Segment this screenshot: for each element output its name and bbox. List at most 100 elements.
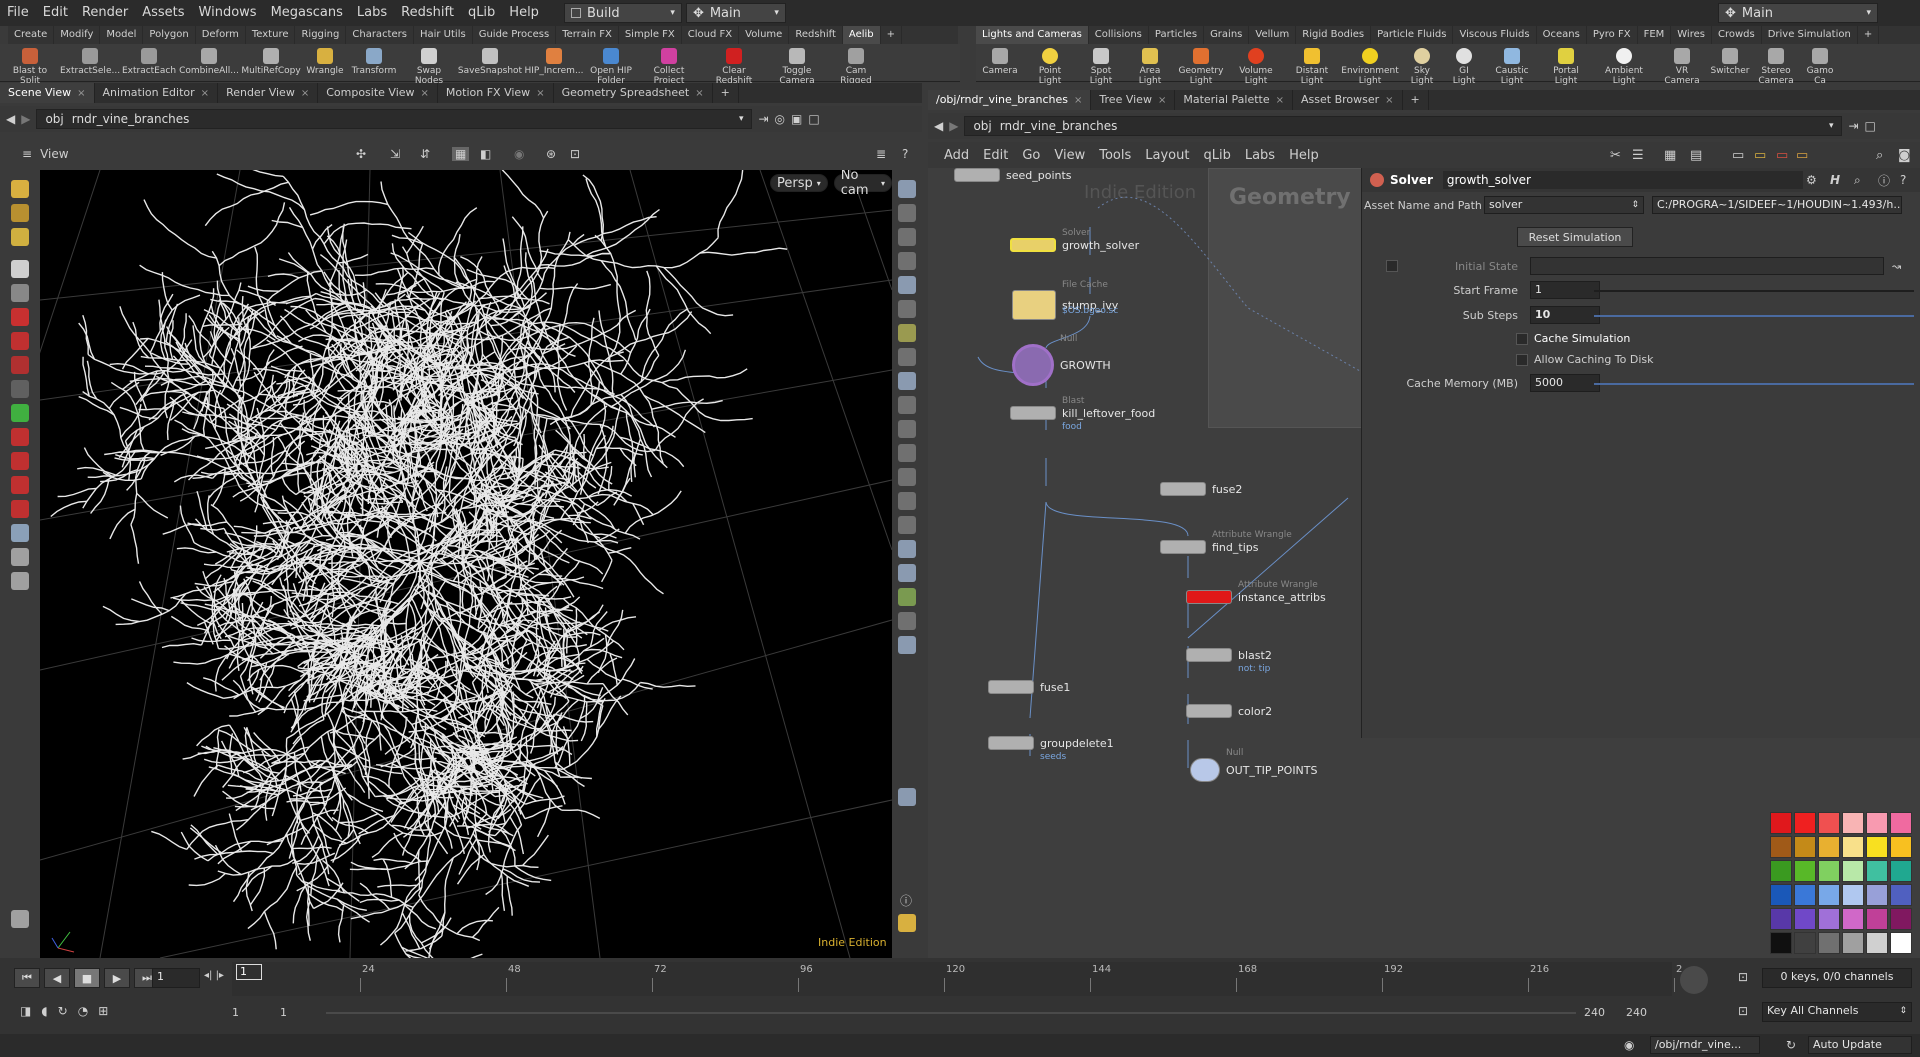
node-body[interactable] xyxy=(988,736,1034,750)
color-swatch[interactable] xyxy=(1818,836,1840,858)
forward-arrow-icon[interactable]: ▶ xyxy=(949,119,958,133)
shelf-tool[interactable]: Switcher xyxy=(1708,44,1752,76)
transform-icon[interactable]: ⇵ xyxy=(420,147,430,161)
search-icon[interactable]: ⌕ xyxy=(1876,148,1883,163)
tab-composite-view[interactable]: Composite View × xyxy=(318,83,438,103)
layout-icon[interactable] xyxy=(898,914,916,932)
asset-name-dropdown[interactable]: solver ⇕ xyxy=(1484,196,1644,214)
lock-icon[interactable] xyxy=(898,228,916,246)
menu-qlib[interactable]: qLib xyxy=(1203,148,1230,163)
color-swatch[interactable] xyxy=(1794,932,1816,954)
color-swatch[interactable] xyxy=(1818,932,1840,954)
shelf-tool[interactable]: Geometry Light xyxy=(1174,44,1228,86)
shelf-tool[interactable]: Spot Light xyxy=(1076,44,1126,86)
shelf-tab[interactable]: Cloud FX xyxy=(682,26,740,44)
node-body[interactable] xyxy=(1160,540,1206,554)
close-icon[interactable]: × xyxy=(1385,95,1393,106)
color-swatch[interactable] xyxy=(1866,932,1888,954)
node-find-tips[interactable]: find_tips Attribute Wrangle xyxy=(1160,530,1292,554)
color-swatch[interactable] xyxy=(1842,836,1864,858)
node-fuse1[interactable]: fuse1 xyxy=(988,680,1070,694)
play-reverse-icon[interactable]: ◀ xyxy=(44,968,70,988)
view-tool-icon[interactable] xyxy=(11,204,29,222)
options-icon[interactable]: ≣ xyxy=(876,147,886,161)
sub-steps-slider[interactable] xyxy=(1594,315,1914,317)
menu-layout[interactable]: Layout xyxy=(1145,148,1189,163)
refresh-icon[interactable]: ↻ xyxy=(1786,1038,1796,1052)
image-icon[interactable]: ▭ xyxy=(1776,148,1788,163)
current-frame-field[interactable]: 1 xyxy=(152,968,200,988)
shelf-tool[interactable]: Transform xyxy=(348,44,400,76)
color-swatch[interactable] xyxy=(1890,932,1912,954)
shelf-tab[interactable]: Volume xyxy=(739,26,790,44)
shelf-tool[interactable]: Open HIP Folder xyxy=(586,44,636,86)
color-swatch[interactable] xyxy=(1770,932,1792,954)
menu-add[interactable]: Add xyxy=(944,148,969,163)
camera-dropdown[interactable]: No cam ▾ xyxy=(833,170,892,198)
shading-icon[interactable] xyxy=(898,276,916,294)
shelf-tab[interactable]: Crowds xyxy=(1712,26,1762,44)
color-swatch[interactable] xyxy=(1842,932,1864,954)
tools-icon[interactable]: ✂ xyxy=(1610,148,1621,163)
flipbook-icon[interactable] xyxy=(898,588,916,606)
range-start-a[interactable]: 1 xyxy=(232,1006,239,1019)
shelf-tool[interactable]: Stereo Camera xyxy=(1752,44,1800,86)
color-swatch[interactable] xyxy=(1890,860,1912,882)
node-blast2[interactable]: blast2 not: tip xyxy=(1186,648,1272,674)
allow-cache-checkbox[interactable] xyxy=(1516,353,1528,366)
menu-assets[interactable]: Assets xyxy=(135,0,191,26)
shelf-tab[interactable]: Viscous Fluids xyxy=(1453,26,1537,44)
status-path-dropdown[interactable]: /obj/rndr_vine... xyxy=(1650,1036,1760,1054)
handle-tool-icon[interactable] xyxy=(11,180,29,198)
shelf-tab[interactable]: Pyro FX xyxy=(1587,26,1638,44)
close-icon[interactable]: × xyxy=(695,88,703,99)
range-icon[interactable]: ⊞ xyxy=(98,1004,108,1018)
playhead[interactable]: 1 xyxy=(236,964,262,980)
node-growth[interactable]: GROWTH Null xyxy=(1012,334,1111,386)
keyframes-icon[interactable]: ⊡ xyxy=(1738,970,1748,984)
shelf-tool[interactable]: Distant Light xyxy=(1284,44,1340,86)
shelf-tab[interactable]: Vellum xyxy=(1249,26,1297,44)
visibility-icon[interactable] xyxy=(898,252,916,270)
color-swatch[interactable] xyxy=(1818,884,1840,906)
shelf-tab[interactable]: Hair Utils xyxy=(414,26,473,44)
color-swatch[interactable] xyxy=(1866,908,1888,930)
forward-arrow-icon[interactable]: ▶ xyxy=(21,112,30,126)
point-display-icon[interactable] xyxy=(898,348,916,366)
menu-labs[interactable]: Labs xyxy=(1245,148,1275,163)
color-swatch[interactable] xyxy=(1770,860,1792,882)
node-instance-attribs[interactable]: instance_attribs Attribute Wrangle xyxy=(1186,580,1326,604)
magnet-icon[interactable] xyxy=(11,476,29,494)
node-seed-points[interactable]: seed_pointsAdd xyxy=(954,168,1072,182)
node-kill-leftover-food[interactable]: kill_leftover_food Blast food xyxy=(1010,396,1155,432)
node-fuse2[interactable]: fuse2 xyxy=(1160,482,1242,496)
initial-state-field[interactable] xyxy=(1530,257,1884,275)
node-stump-ivy[interactable]: stump_ivy File Cache $OS.bgeo.sc xyxy=(1012,280,1118,320)
render-region-icon[interactable] xyxy=(898,636,916,654)
context-dropdown-left[interactable]: ✥ Main ▾ xyxy=(685,3,786,23)
shelf-tool[interactable]: Clear Redshift xyxy=(702,44,766,86)
color-swatch[interactable] xyxy=(1890,884,1912,906)
shelf-tab[interactable]: Wires xyxy=(1671,26,1712,44)
vertices-icon[interactable] xyxy=(898,420,916,438)
shelf-tool[interactable]: GI Light xyxy=(1444,44,1484,86)
bulb-icon[interactable] xyxy=(898,324,916,342)
key-all-channels-dropdown[interactable]: Key All Channels ⇕ xyxy=(1762,1002,1912,1022)
color-swatch[interactable] xyxy=(1842,860,1864,882)
context-dropdown-right[interactable]: ✥ Main ▾ xyxy=(1718,3,1878,23)
shelf-tab[interactable]: Model xyxy=(100,26,144,44)
maximize-icon[interactable]: □ xyxy=(1865,119,1876,133)
snap-edge-icon[interactable] xyxy=(11,404,29,422)
speaker-icon[interactable]: ◖ xyxy=(41,1004,47,1018)
shelf-tool[interactable]: ExtractEach xyxy=(120,44,178,76)
pin-icon[interactable]: ⇥ xyxy=(1848,119,1858,133)
pose-tool-icon[interactable] xyxy=(11,228,29,246)
shelf-tool[interactable]: Area Light xyxy=(1126,44,1174,86)
background-icon[interactable] xyxy=(898,540,916,558)
select-icon[interactable]: ⇲ xyxy=(390,147,400,161)
shelf-tab[interactable]: Oceans xyxy=(1537,26,1587,44)
shelf-tab[interactable]: Characters xyxy=(346,26,414,44)
color-swatch[interactable] xyxy=(1842,884,1864,906)
guide-icon[interactable] xyxy=(898,492,916,510)
add-tab-icon[interactable]: + xyxy=(1403,90,1429,110)
